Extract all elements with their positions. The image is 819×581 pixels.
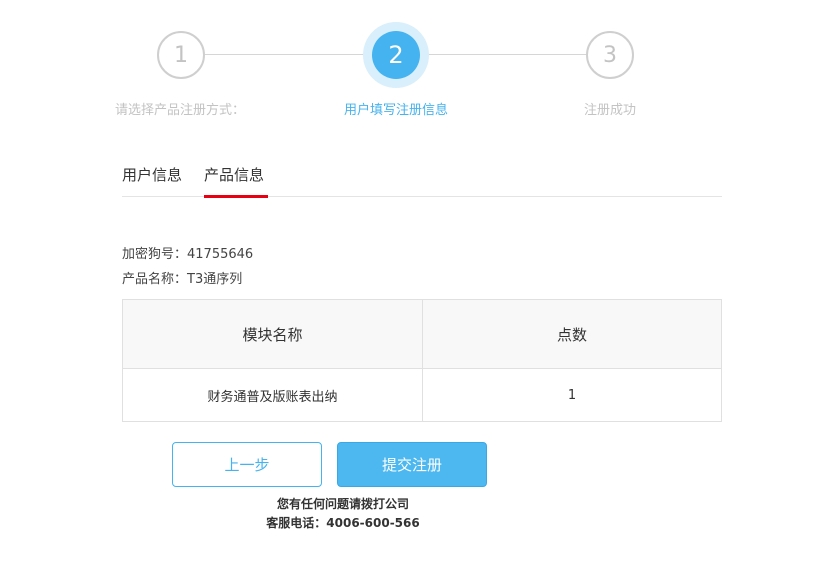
table-row: 财务通普及版账表出纳 1 [122,368,722,422]
step-2-number: 2 [388,41,404,69]
points-cell: 1 [422,368,722,422]
step-1-label: 请选择产品注册方式： [114,103,246,118]
support-phone: 客服电话：4006-600-566 [266,516,420,530]
step-connector-1 [205,54,367,55]
step-1-circle: 1 [157,31,205,79]
step-1-number: 1 [174,42,188,68]
support-text: 您有任何问题请拨打公司 [276,497,409,511]
info-tabs: 用户信息 产品信息 [122,160,722,198]
modules-table: 模块名称 点数 财务通普及版账表出纳 1 [122,299,722,422]
step-connector-2 [427,54,587,55]
column-header-points: 点数 [422,299,722,369]
product-name: 产品名称：T3通序列 [122,272,243,287]
registration-stepper: 1 2 3 请选择产品注册方式： 用户填写注册信息 注册成功 [0,0,819,130]
tab-product-info[interactable]: 产品信息 [204,164,264,185]
step-2-label: 用户填写注册信息 [343,103,449,118]
step-3-number: 3 [603,42,617,68]
column-header-module-name: 模块名称 [122,299,423,369]
module-name-cell: 财务通普及版账表出纳 [122,368,423,422]
table-header-row: 模块名称 点数 [122,299,722,369]
active-tab-indicator [204,195,268,198]
step-2-circle: 2 [372,31,420,79]
dongle-number: 加密狗号：41755646 [122,247,254,262]
step-3-circle: 3 [586,31,634,79]
submit-registration-button[interactable]: 提交注册 [337,442,487,487]
step-3-label: 注册成功 [583,103,637,118]
previous-step-button[interactable]: 上一步 [172,442,322,487]
tab-user-info[interactable]: 用户信息 [122,164,182,185]
